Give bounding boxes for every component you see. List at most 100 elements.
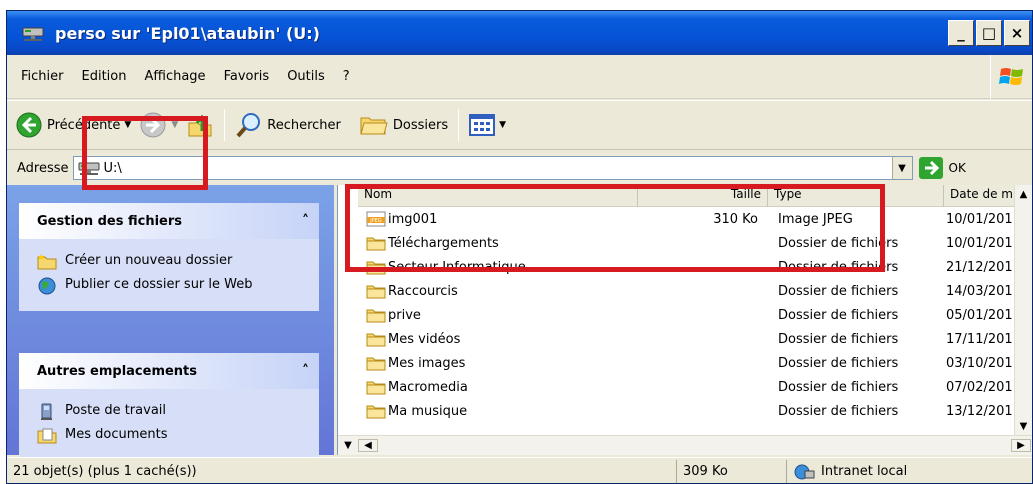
- computer-icon: [41, 403, 52, 420]
- file-name: prive: [388, 307, 421, 323]
- window-controls: _ □ ×: [948, 20, 1030, 46]
- folder-icon: [366, 381, 386, 395]
- file-name-cell: prive: [358, 307, 638, 323]
- title-bar[interactable]: perso sur 'Epl01\ataubin' (U:) _ □ ×: [7, 11, 1032, 55]
- folders-label: Dossiers: [392, 117, 449, 133]
- publish-web-label: Publier ce dossier sur le Web: [65, 277, 253, 292]
- task-pane: Gestion des fichiers ˄ Créer un nouveau …: [7, 185, 334, 461]
- go-arrow-icon: [918, 157, 943, 179]
- search-button[interactable]: Rechercher: [231, 105, 345, 145]
- file-type: Dossier de fichiers: [778, 355, 899, 371]
- file-row[interactable]: Mes vidéos Dossier de fichiers 17/11/201: [358, 327, 1018, 351]
- publish-web-link[interactable]: Publier ce dossier sur le Web: [37, 277, 309, 295]
- file-row[interactable]: Macromedia Dossier de fichiers 07/02/201: [358, 375, 1018, 399]
- views-icon: [469, 114, 496, 136]
- file-name-cell: Mes images: [358, 355, 638, 371]
- file-tasks-header[interactable]: Gestion des fichiers ˄: [19, 203, 319, 239]
- file-name: Ma musique: [388, 403, 468, 419]
- collapse-chevron-icon[interactable]: ˄: [302, 363, 309, 379]
- file-name-cell: Mes vidéos: [358, 331, 638, 347]
- file-type: Dossier de fichiers: [778, 403, 899, 419]
- other-places-panel: Autres emplacements ˄ Poste de travail M…: [19, 353, 319, 461]
- file-row[interactable]: Mes images Dossier de fichiers 03/10/201: [358, 351, 1018, 375]
- file-type: Dossier de fichiers: [778, 379, 899, 395]
- menu-fichier[interactable]: Fichier: [21, 69, 64, 84]
- file-date: 03/10/201: [946, 355, 1013, 371]
- file-row[interactable]: Ma musique Dossier de fichiers 13/12/201: [358, 399, 1018, 423]
- minimize-button[interactable]: _: [948, 20, 974, 46]
- file-date: 17/11/201: [946, 331, 1013, 347]
- file-type: Dossier de fichiers: [778, 307, 899, 323]
- folders-icon: [360, 117, 388, 135]
- status-zone: Intranet local: [787, 460, 1017, 484]
- file-date: 21/12/201: [946, 259, 1013, 275]
- intranet-icon: [794, 464, 815, 479]
- file-row[interactable]: Raccourcis Dossier de fichiers 14/03/201: [358, 279, 1018, 303]
- network-drive-icon: [21, 22, 47, 44]
- go-button[interactable]: OK: [918, 157, 966, 179]
- folder-icon: [366, 405, 386, 419]
- file-name: Raccourcis: [388, 283, 458, 299]
- file-name: Macromedia: [388, 379, 468, 395]
- close-button[interactable]: ×: [1004, 20, 1030, 46]
- vertical-scrollbar[interactable]: ▲ ▼: [1014, 185, 1032, 435]
- status-size: 309 Ko: [677, 459, 787, 483]
- scroll-down-arrow-icon[interactable]: ▼: [1015, 417, 1032, 435]
- file-date: 13/12/201: [946, 403, 1013, 419]
- annotation-box-file-row: [345, 184, 885, 272]
- my-documents-label: Mes documents: [65, 427, 168, 442]
- new-folder-icon: [37, 254, 57, 270]
- horizontal-scrollbar[interactable]: ▼ ◀ ▶: [338, 435, 1032, 455]
- search-label: Rechercher: [267, 117, 341, 133]
- other-places-header[interactable]: Autres emplacements ˄: [19, 353, 319, 389]
- file-name: Mes images: [388, 355, 466, 371]
- windows-logo-icon: [990, 55, 1032, 99]
- file-date: 14/03/201: [946, 283, 1013, 299]
- file-name-cell: Ma musique: [358, 403, 638, 419]
- menu-affichage[interactable]: Affichage: [144, 69, 205, 84]
- address-label: Adresse: [17, 160, 69, 176]
- views-button[interactable]: ▼: [465, 105, 510, 145]
- file-name: Mes vidéos: [388, 331, 461, 347]
- file-type: Dossier de fichiers: [778, 331, 899, 347]
- other-places-title: Autres emplacements: [37, 363, 198, 379]
- my-computer-label: Poste de travail: [65, 403, 167, 418]
- status-zone-label: Intranet local: [821, 464, 908, 479]
- file-date: 10/01/201: [946, 211, 1013, 227]
- menu-edition[interactable]: Edition: [82, 69, 127, 84]
- globe-icon: [38, 277, 56, 295]
- search-icon: [236, 113, 261, 138]
- window-title: perso sur 'Epl01\ataubin' (U:): [55, 23, 320, 43]
- new-folder-link[interactable]: Créer un nouveau dossier: [37, 253, 309, 271]
- folder-icon: [366, 285, 386, 299]
- back-arrow-icon: [16, 112, 42, 138]
- my-computer-link[interactable]: Poste de travail: [37, 403, 309, 421]
- column-header-date[interactable]: Date de m: [944, 185, 1018, 207]
- new-folder-label: Créer un nouveau dossier: [65, 253, 233, 268]
- status-objects: 21 objet(s) (plus 1 caché(s)): [7, 459, 677, 483]
- address-dropdown-button[interactable]: ▼: [891, 157, 912, 179]
- maximize-button[interactable]: □: [976, 20, 1002, 46]
- scroll-right-arrow-icon[interactable]: ▶: [1011, 439, 1031, 452]
- file-date: 07/02/201: [946, 379, 1013, 395]
- scroll-up-arrow-icon[interactable]: ▲: [1015, 185, 1032, 203]
- file-date: 10/01/201: [946, 235, 1013, 251]
- file-row[interactable]: prive Dossier de fichiers 05/01/201: [358, 303, 1018, 327]
- menu-outils[interactable]: Outils: [287, 69, 325, 84]
- menu-help[interactable]: ?: [343, 69, 350, 84]
- scroll-down-small-icon[interactable]: ▼: [338, 440, 358, 451]
- collapse-chevron-icon[interactable]: ˄: [302, 213, 309, 229]
- my-documents-link[interactable]: Mes documents: [37, 427, 309, 445]
- views-dropdown-icon[interactable]: ▼: [499, 120, 506, 130]
- documents-icon: [37, 428, 57, 444]
- folder-icon: [366, 333, 386, 347]
- menu-favoris[interactable]: Favoris: [224, 69, 270, 84]
- file-tasks-title: Gestion des fichiers: [37, 213, 183, 229]
- file-type: Dossier de fichiers: [778, 283, 899, 299]
- menu-bar: Fichier Edition Affichage Favoris Outils…: [7, 55, 1032, 99]
- status-bar: 21 objet(s) (plus 1 caché(s)) 309 Ko Int…: [7, 457, 1032, 484]
- toolbar-separator: [458, 109, 460, 141]
- toolbar-separator: [224, 109, 226, 141]
- folders-button[interactable]: Dossiers: [355, 105, 452, 145]
- scroll-left-arrow-icon[interactable]: ◀: [358, 439, 378, 452]
